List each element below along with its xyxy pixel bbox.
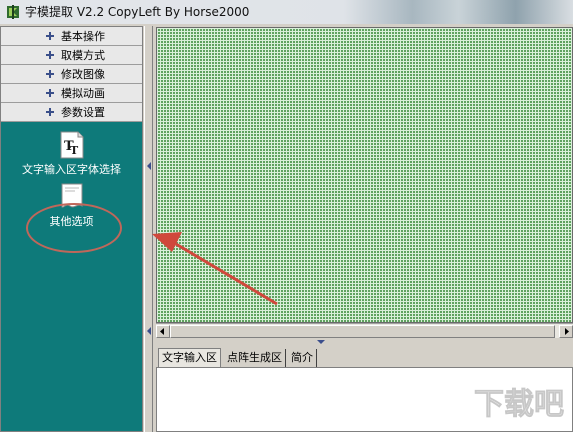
menu-item-label: 模拟动画 — [61, 87, 105, 100]
plus-icon — [46, 89, 54, 97]
tab-intro[interactable]: 简介 — [288, 349, 317, 367]
arrow-left-icon — [160, 328, 164, 335]
tab-text-input[interactable]: 文字输入区 — [158, 348, 221, 368]
splitter[interactable] — [144, 26, 153, 432]
scroll-left-button[interactable] — [156, 325, 170, 338]
plus-icon — [46, 32, 54, 40]
collapse-down-icon[interactable] — [316, 339, 326, 345]
collapse-left-icon[interactable] — [146, 161, 152, 171]
tool-label: 文字输入区字体选择 — [22, 163, 121, 176]
horizontal-splitter[interactable] — [156, 338, 573, 346]
tab-bar: 文字输入区 点阵生成区 简介 — [156, 347, 573, 368]
watermark-logo: 下载吧 — [470, 370, 570, 428]
sidebar: 基本操作 取模方式 修改图像 模拟动画 参数设置 T T 文字输入区字体选择 其… — [0, 26, 143, 432]
tab-dot-matrix-output[interactable]: 点阵生成区 — [224, 349, 286, 367]
svg-text:T: T — [70, 144, 79, 157]
menu-item-label: 基本操作 — [61, 30, 105, 43]
window-title: 字模提取 V2.2 CopyLeft By Horse2000 — [25, 5, 250, 19]
plus-icon — [46, 51, 54, 59]
watermark-text: 下载吧 — [474, 387, 564, 422]
app-window: 字模提取 V2.2 CopyLeft By Horse2000 基本操作 取模方… — [0, 0, 573, 432]
menu-item-basic-operations[interactable]: 基本操作 — [1, 27, 142, 46]
scrollbar-thumb[interactable] — [170, 325, 555, 338]
title-bar: 字模提取 V2.2 CopyLeft By Horse2000 — [0, 0, 573, 24]
collapse-left-icon[interactable] — [146, 326, 152, 336]
menu-item-label: 参数设置 — [61, 106, 105, 119]
dot-matrix-grid[interactable] — [156, 27, 573, 323]
menu-item-label: 修改图像 — [61, 68, 105, 81]
plus-icon — [46, 108, 54, 116]
menu-item-sampling-method[interactable]: 取模方式 — [1, 46, 142, 65]
menu-item-simulate-animation[interactable]: 模拟动画 — [1, 84, 142, 103]
annotation-circle — [26, 203, 122, 253]
arrow-right-icon — [565, 328, 569, 335]
font-tt-icon: T T — [60, 131, 83, 159]
menu-item-parameter-settings[interactable]: 参数设置 — [1, 103, 142, 122]
menu-item-label: 取模方式 — [61, 49, 105, 62]
tool-font-selection[interactable]: T T 文字输入区字体选择 — [1, 131, 142, 177]
menu-item-modify-image[interactable]: 修改图像 — [1, 65, 142, 84]
app-icon — [7, 5, 19, 19]
scroll-right-button[interactable] — [559, 325, 573, 338]
plus-icon — [46, 70, 54, 78]
horizontal-scrollbar[interactable] — [156, 323, 573, 338]
